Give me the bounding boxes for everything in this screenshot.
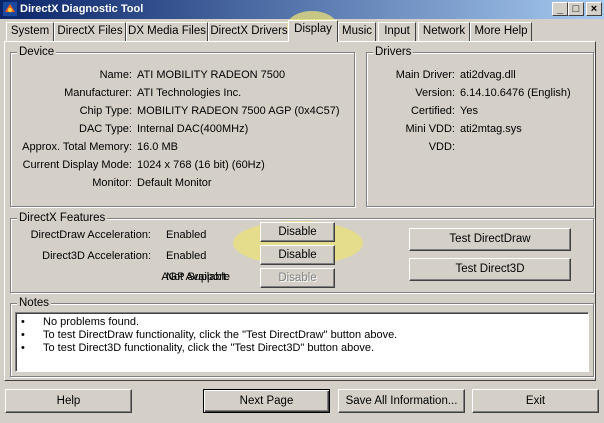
tab-more-help[interactable]: More Help (470, 22, 532, 41)
drivers-legend: Drivers (373, 46, 414, 58)
window-title: DirectX Diagnostic Tool (20, 3, 144, 15)
direct3d-accel-value: Enabled (166, 250, 207, 262)
next-page-button[interactable]: Next Page (203, 389, 330, 413)
dac-type-label: DAC Type: (79, 123, 132, 135)
device-legend: Device (17, 46, 57, 58)
close-button[interactable]: × (586, 2, 602, 16)
chip-type-value: MOBILITY RADEON 7500 AGP (0x4C57) (137, 105, 340, 117)
notes-textbox[interactable]: • No problems found. • To test DirectDra… (15, 312, 589, 372)
notes-legend: Notes (17, 297, 52, 309)
total-memory-label: Approx. Total Memory: (22, 141, 132, 153)
save-all-information-button[interactable]: Save All Information... (338, 389, 465, 413)
tab-display[interactable]: Display (288, 20, 338, 42)
note-text: To test Direct3D functionality, click th… (43, 342, 375, 354)
disable-directdraw-button[interactable]: Disable (260, 222, 335, 242)
monitor-label: Monitor: (92, 177, 132, 189)
note-text: No problems found. (43, 316, 139, 328)
tab-system[interactable]: System (6, 22, 54, 41)
mini-vdd-label: Mini VDD: (405, 123, 455, 135)
directdraw-accel-value: Enabled (166, 229, 207, 241)
chip-type-label: Chip Type: (79, 105, 132, 117)
directx-app-icon (3, 2, 17, 16)
direct3d-accel-label: Direct3D Acceleration: (42, 250, 151, 262)
vdd-label: VDD: (428, 141, 455, 153)
bullet-icon: • (21, 342, 25, 354)
monitor-value: Default Monitor (137, 177, 212, 189)
bullet-icon: • (21, 316, 25, 328)
note-text: To test DirectDraw functionality, click … (43, 329, 398, 341)
bullet-icon: • (21, 329, 25, 341)
tab-music[interactable]: Music (338, 22, 376, 41)
disable-direct3d-button[interactable]: Disable (260, 245, 335, 265)
agp-support-value: Not Available (166, 271, 231, 283)
tab-directx-files[interactable]: DirectX Files (54, 22, 126, 41)
manufacturer-value: ATI Technologies Inc. (137, 87, 242, 99)
display-mode-value: 1024 x 768 (16 bit) (60Hz) (137, 159, 265, 171)
manufacturer-label: Manufacturer: (64, 87, 132, 99)
tab-dx-media-files[interactable]: DX Media Files (126, 22, 208, 41)
device-name-label: Name: (99, 69, 132, 81)
disable-agp-button: Disable (260, 268, 335, 288)
maximize-button[interactable]: □ (568, 2, 584, 16)
device-name-value: ATI MOBILITY RADEON 7500 (137, 69, 286, 81)
main-driver-label: Main Driver: (395, 69, 455, 81)
test-direct3d-button[interactable]: Test Direct3D (409, 258, 571, 281)
minimize-button[interactable]: _ (552, 2, 568, 16)
dac-type-value: Internal DAC(400MHz) (137, 123, 249, 135)
exit-button[interactable]: Exit (472, 389, 599, 413)
total-memory-value: 16.0 MB (137, 141, 178, 153)
test-directdraw-button[interactable]: Test DirectDraw (409, 228, 571, 251)
tab-input[interactable]: Input (378, 22, 416, 41)
directdraw-accel-label: DirectDraw Acceleration: (30, 229, 151, 241)
certified-label: Certified: (410, 105, 455, 117)
version-label: Version: (415, 87, 455, 99)
tab-directx-drivers[interactable]: DirectX Drivers (208, 22, 290, 41)
version-value: 6.14.10.6476 (English) (460, 87, 571, 99)
certified-value: Yes (460, 105, 478, 117)
mini-vdd-value: ati2mtag.sys (460, 123, 522, 135)
help-button[interactable]: Help (5, 389, 132, 413)
dxdiag-window: DirectX Diagnostic Tool _ □ × System Dir… (0, 0, 604, 423)
tab-network[interactable]: Network (418, 22, 470, 41)
features-legend: DirectX Features (17, 212, 108, 224)
main-driver-value: ati2dvag.dll (460, 69, 516, 81)
display-mode-label: Current Display Mode: (22, 159, 132, 171)
